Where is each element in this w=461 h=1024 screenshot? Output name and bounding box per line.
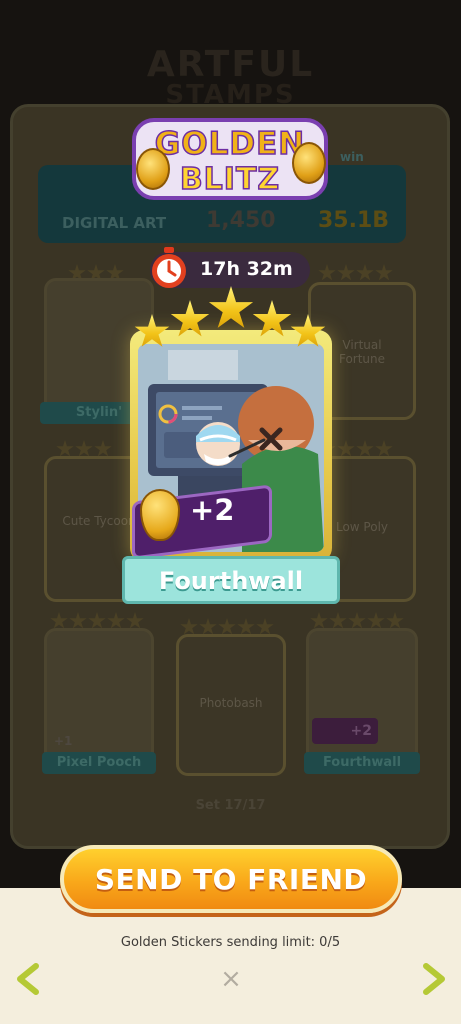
album-title: ARTFUL [146, 44, 315, 85]
chevron-right-icon[interactable] [418, 962, 448, 996]
album-reward: 35.1B [318, 208, 390, 233]
sticker-name-ribbon: Fourthwall [122, 556, 340, 604]
sending-limit-text: Golden Stickers sending limit: 0/5 [120, 935, 341, 950]
chevron-left-icon[interactable] [14, 962, 44, 996]
card-badge: +2 [312, 718, 378, 744]
card-label: Fourthwall [304, 752, 420, 774]
album-points: 1,450 [206, 208, 276, 233]
card-stars [318, 264, 393, 282]
star-icon [290, 314, 326, 347]
close-icon[interactable]: × [219, 965, 243, 993]
golden-sticker-icon [292, 142, 326, 184]
send-to-friend-button[interactable]: SEND TO FRIEND [60, 845, 402, 913]
album-reward-label: win [340, 150, 364, 164]
card-label: Pixel Pooch [42, 752, 156, 774]
sticker-star-rating [130, 284, 330, 352]
star-icon [252, 300, 292, 337]
send-button-label: SEND TO FRIEND [94, 863, 368, 896]
card-badge: +1 [54, 734, 73, 748]
star-icon [134, 314, 170, 347]
golden-sticker-icon [136, 148, 170, 190]
sticker-name: Fourthwall [158, 567, 304, 595]
star-icon [208, 286, 254, 328]
timer-text: 17h 32m [200, 258, 293, 280]
album-category: DIGITAL ART [62, 214, 167, 232]
star-icon [170, 300, 210, 337]
card-label: Photobash [199, 696, 263, 710]
set-progress: Set 17/17 [195, 798, 266, 813]
bonus-badge: +2 [122, 484, 272, 563]
bonus-text: +2 [190, 493, 235, 527]
